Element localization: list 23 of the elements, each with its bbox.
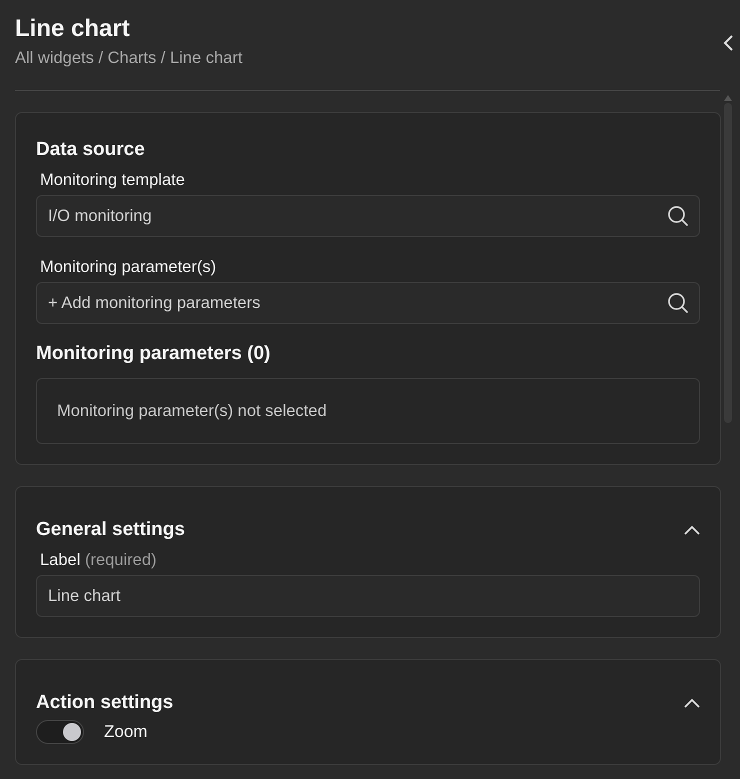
breadcrumb: All widgets / Charts / Line chart <box>15 49 242 68</box>
input-field[interactable]: Line chart <box>36 575 700 617</box>
collapse-button[interactable] <box>684 525 700 535</box>
subsection-title: Monitoring parameters (0) <box>36 343 272 365</box>
empty-state-text: Monitoring parameter(s) not selected <box>57 402 327 420</box>
search-icon[interactable] <box>667 292 689 314</box>
chevron-up-icon <box>684 698 700 708</box>
field-label: Label (required) <box>40 551 158 570</box>
chevron-left-icon <box>722 34 734 52</box>
toggle-switch[interactable] <box>36 720 84 744</box>
section-title: General settings <box>36 519 185 541</box>
section-title: Action settings <box>36 692 174 714</box>
search-icon[interactable] <box>667 205 689 227</box>
section-title: Data source <box>36 139 145 161</box>
input-field[interactable]: I/O monitoring <box>36 195 700 237</box>
toggle-label: Zoom <box>104 722 148 742</box>
field-label: Monitoring parameter(s) <box>40 258 218 277</box>
input-field[interactable]: + Add monitoring parameters <box>36 282 700 324</box>
collapse-button[interactable] <box>684 698 700 708</box>
page-title: Line chart <box>15 14 131 44</box>
collapse-button[interactable] <box>722 34 734 52</box>
field-label: Monitoring template <box>40 171 186 190</box>
chevron-up-icon <box>684 525 700 535</box>
